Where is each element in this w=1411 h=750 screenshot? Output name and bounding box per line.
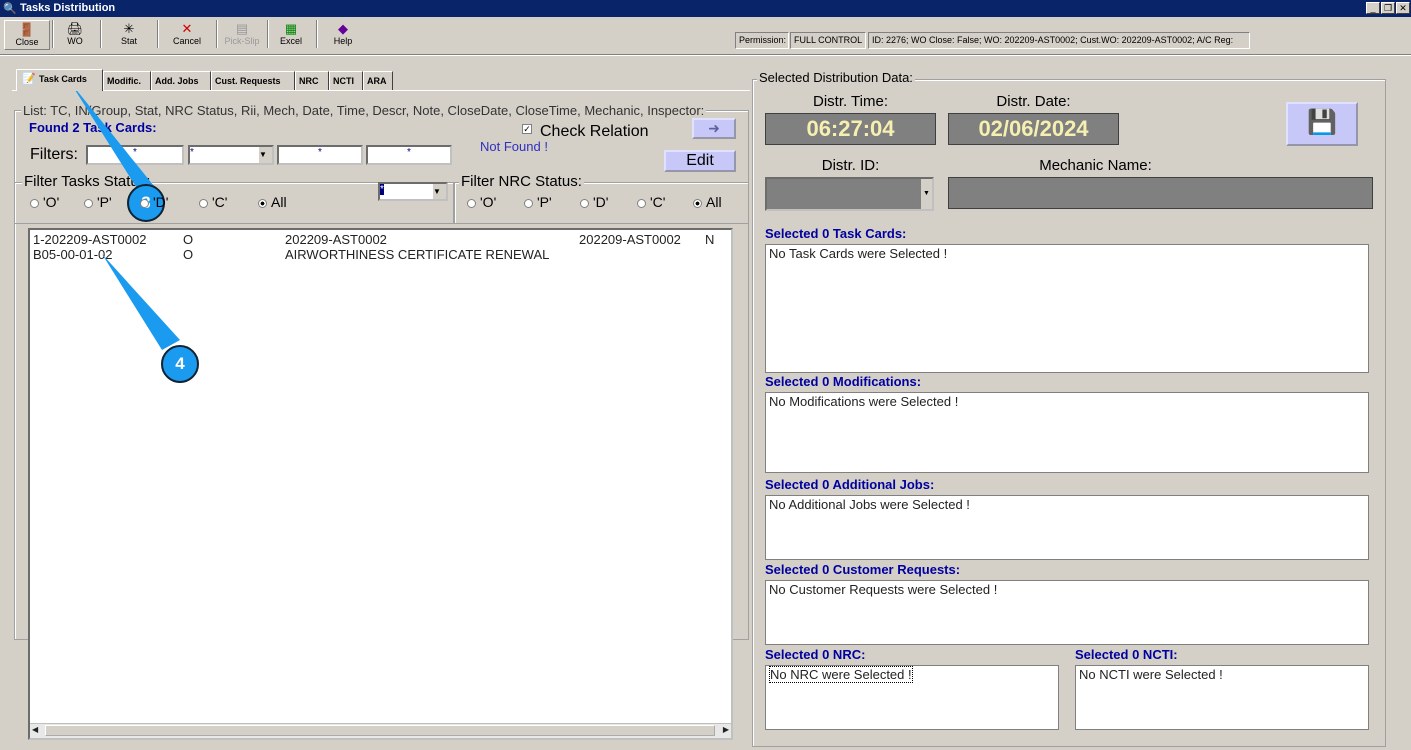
help-book-icon: ◆: [338, 21, 348, 36]
nrc-status-radio[interactable]: 'D': [580, 194, 608, 210]
nrc-status-radio[interactable]: All: [693, 194, 722, 210]
floppy-disk-icon: 💾: [1307, 109, 1337, 136]
tab-nrc[interactable]: NRC: [295, 71, 329, 90]
selected-section-list[interactable]: No NCTI were Selected !: [1075, 665, 1369, 730]
task-status-radio[interactable]: 'D': [140, 194, 168, 210]
toolbar-separator: [157, 20, 159, 48]
toolbar-label: Close: [15, 37, 39, 47]
selected-section-title: Selected 0 Additional Jobs:: [765, 477, 935, 492]
toolbar-separator: [100, 20, 102, 48]
permission-value: FULL CONTROL: [790, 32, 866, 49]
toolbar-wo-button[interactable]: 🖨 WO: [52, 20, 98, 50]
toolbar-separator: [316, 20, 318, 48]
horizontal-scrollbar[interactable]: ◀ ▶: [30, 723, 731, 738]
chevron-down-icon: ▼: [921, 179, 932, 209]
door-exit-icon: 🚪: [18, 22, 36, 37]
toolbar-label: WO: [67, 36, 83, 46]
selected-section-title: Selected 0 Modifications:: [765, 374, 922, 389]
selected-section-list[interactable]: No Additional Jobs were Selected !: [765, 495, 1369, 560]
distr-time-value: 06:27:04: [765, 113, 936, 145]
toolbar-label: Help: [333, 36, 353, 46]
mechanic-name-field[interactable]: [948, 177, 1373, 209]
distribution-legend: Selected Distribution Data:: [757, 70, 915, 85]
restore-button[interactable]: ❐: [1381, 2, 1395, 14]
task-status-radio[interactable]: 'C': [199, 194, 227, 210]
selected-section-text: No NRC were Selected !: [769, 666, 913, 683]
cancel-icon: ✕: [181, 21, 193, 36]
selected-section-text: No NCTI were Selected !: [1079, 667, 1223, 682]
pick-slip-icon: ▤: [235, 21, 249, 36]
toolbar-label: Cancel: [172, 36, 201, 46]
notepad-icon: 📝: [22, 73, 36, 85]
distr-date-label: Distr. Date:: [996, 93, 1071, 110]
selected-section-list[interactable]: No NRC were Selected !: [765, 665, 1059, 730]
printer-icon: 🖨: [66, 21, 84, 36]
selected-section-text: No Modifications were Selected !: [769, 394, 959, 409]
task-status-radio[interactable]: All: [258, 194, 287, 210]
wo-info: ID: 2276; WO Close: False; WO: 202209-AS…: [868, 32, 1250, 49]
mechanic-name-label: Mechanic Name:: [1039, 157, 1152, 174]
toolbar-stat-button[interactable]: ✳ Stat: [103, 20, 155, 50]
tab-modific-[interactable]: Modific.: [103, 71, 151, 90]
selected-section-text: No Task Cards were Selected !: [769, 246, 948, 261]
tab-ara[interactable]: ARA: [363, 71, 393, 90]
tab-cust-requests[interactable]: Cust. Requests: [211, 71, 295, 90]
tab-ncti[interactable]: NCTI: [329, 71, 363, 90]
scroll-thumb[interactable]: [45, 725, 715, 736]
selected-section-text: No Customer Requests were Selected !: [769, 582, 998, 597]
selected-section-title: Selected 0 Customer Requests:: [765, 562, 961, 577]
tab-add-jobs[interactable]: Add. Jobs: [151, 71, 211, 90]
excel-icon: ▦: [284, 21, 298, 36]
selected-section-list[interactable]: No Modifications were Selected !: [765, 392, 1369, 473]
close-window-button[interactable]: ✕: [1396, 2, 1410, 14]
distr-time-label: Distr. Time:: [812, 93, 888, 110]
nrc-status-radio[interactable]: 'O': [467, 194, 496, 210]
toolbar-label: Pick-Slip: [224, 36, 260, 46]
scroll-right-icon[interactable]: ▶: [723, 725, 729, 734]
selected-section-title: Selected 0 Task Cards:: [765, 226, 907, 241]
selected-section-list[interactable]: No Task Cards were Selected !: [765, 244, 1369, 373]
selected-section-title: Selected 0 NRC:: [765, 647, 866, 662]
toolbar-label: Stat: [120, 36, 137, 46]
toolbar-excel-button[interactable]: ▦ Excel: [268, 20, 314, 50]
distr-id-label: Distr. ID:: [821, 157, 880, 174]
toolbar-label: Excel: [279, 36, 302, 46]
toolbar-separator: [216, 20, 218, 48]
selected-section-list[interactable]: No Customer Requests were Selected !: [765, 580, 1369, 645]
distr-date-value: 02/06/2024: [948, 113, 1119, 145]
minimize-button[interactable]: _: [1366, 2, 1380, 14]
toolbar-help-button[interactable]: ◆ Help: [320, 20, 366, 50]
save-button[interactable]: 💾: [1286, 102, 1358, 146]
scroll-left-icon[interactable]: ◀: [32, 725, 38, 734]
toolbar-cancel-button[interactable]: ✕ Cancel: [160, 20, 214, 50]
distr-id-select[interactable]: ▼: [765, 177, 934, 211]
task-status-radio[interactable]: 'P': [84, 194, 112, 210]
toolbar-pick-slip-button[interactable]: ▤ Pick-Slip: [219, 20, 265, 50]
nrc-status-radio[interactable]: 'C': [637, 194, 665, 210]
nrc-status-radio[interactable]: 'P': [524, 194, 552, 210]
callout-4: 4: [161, 345, 199, 383]
selected-section-text: No Additional Jobs were Selected !: [769, 497, 970, 512]
toolbar-close-button[interactable]: 🚪 Close: [4, 20, 50, 50]
selected-section-title: Selected 0 NCTI:: [1075, 647, 1178, 662]
task-status-radio[interactable]: 'O': [30, 194, 59, 210]
stat-icon: ✳: [123, 21, 135, 36]
